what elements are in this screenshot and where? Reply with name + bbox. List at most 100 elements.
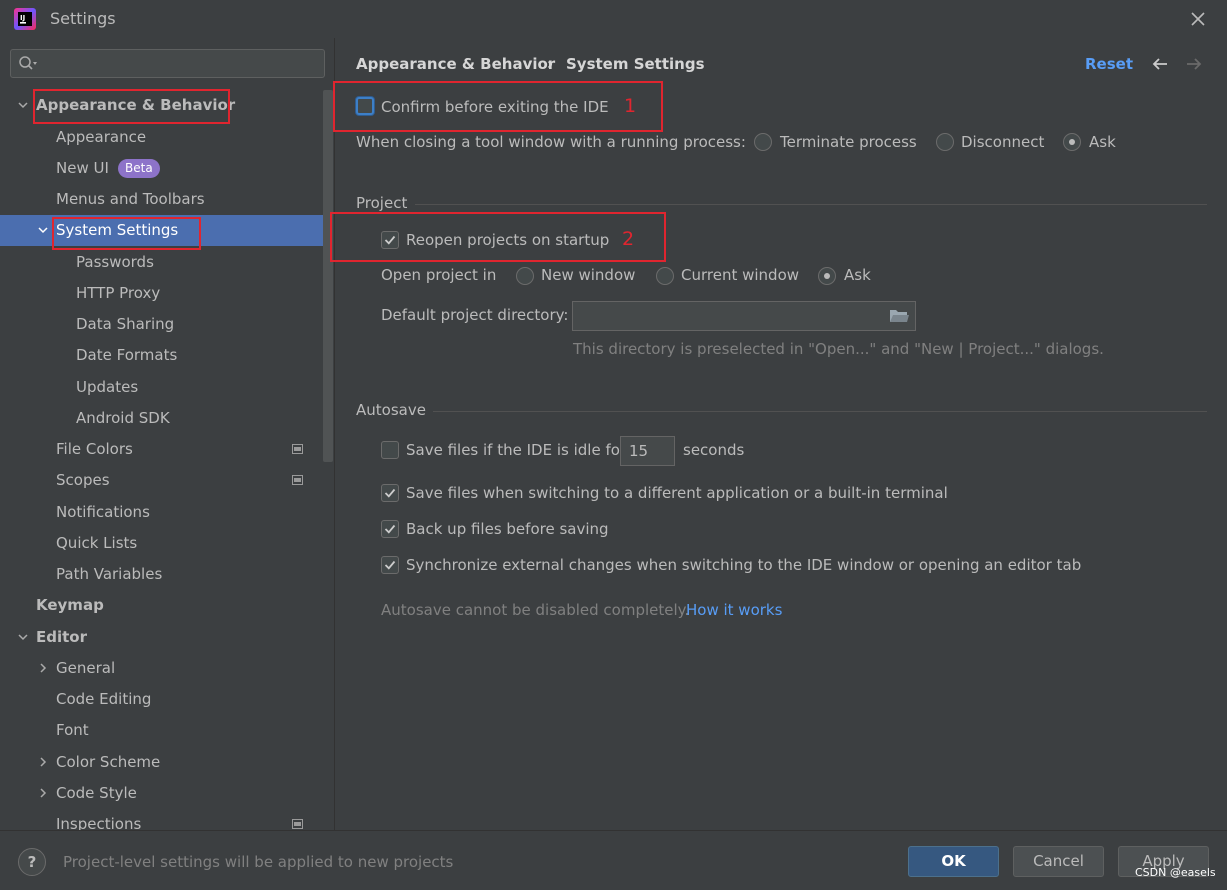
sidebar-item-label: File Colors <box>56 440 133 458</box>
chevron-right-icon[interactable] <box>37 756 49 768</box>
project-level-icon <box>292 819 303 829</box>
radio-ask-open-project[interactable] <box>818 267 836 285</box>
sidebar-item-label: Quick Lists <box>56 534 138 552</box>
autosave-note: Autosave cannot be disabled completely. <box>381 601 690 619</box>
radio-ask-open-project-label[interactable]: Ask <box>844 266 871 284</box>
radio-new-window-label[interactable]: New window <box>541 266 635 284</box>
help-button[interactable]: ? <box>18 848 46 876</box>
sidebar-item-label: General <box>56 659 116 677</box>
footer-message: Project-level settings will be applied t… <box>63 853 454 871</box>
sidebar-item-date-formats[interactable]: Date Formats <box>0 340 323 371</box>
svg-text:IJ: IJ <box>20 14 25 22</box>
idle-seconds-unit: seconds <box>683 441 745 459</box>
project-section-title: Project <box>356 194 408 212</box>
sidebar-item-color-scheme[interactable]: Color Scheme <box>0 747 323 778</box>
how-it-works-link[interactable]: How it works <box>686 601 782 619</box>
sidebar-item-file-colors[interactable]: File Colors <box>0 434 323 465</box>
sidebar-item-notifications[interactable]: Notifications <box>0 497 323 528</box>
radio-ask-tool-window[interactable] <box>1063 133 1081 151</box>
radio-current-window[interactable] <box>656 267 674 285</box>
settings-search-field[interactable] <box>10 49 325 78</box>
annotation-box-confirm-exit <box>333 81 663 132</box>
chevron-down-icon[interactable] <box>17 99 29 111</box>
ok-button[interactable]: OK <box>908 846 999 877</box>
radio-terminate-process[interactable] <box>754 133 772 151</box>
sidebar-item-label: Code Editing <box>56 690 152 708</box>
default-project-directory-field[interactable] <box>572 301 916 331</box>
search-icon[interactable] <box>18 55 38 73</box>
reset-link[interactable]: Reset <box>1085 55 1133 73</box>
save-if-idle-checkbox[interactable] <box>381 441 399 459</box>
intellij-logo-icon: IJ <box>14 8 36 30</box>
sidebar-item-label: Notifications <box>56 503 150 521</box>
autosave-section-title: Autosave <box>356 401 426 419</box>
sidebar-item-code-editing[interactable]: Code Editing <box>0 684 323 715</box>
radio-disconnect[interactable] <box>936 133 954 151</box>
backup-files-checkbox[interactable] <box>381 520 399 538</box>
default-project-directory-label: Default project directory: <box>381 306 569 324</box>
sidebar-item-label: HTTP Proxy <box>76 284 161 302</box>
idle-seconds-field[interactable] <box>620 436 675 466</box>
forward-arrow-icon[interactable] <box>1185 56 1203 72</box>
sync-external-checkbox[interactable] <box>381 556 399 574</box>
sidebar-item-label: Font <box>56 721 89 739</box>
chevron-down-icon[interactable] <box>37 224 49 236</box>
annotation-box-reopen-projects <box>330 212 666 262</box>
autosave-separator <box>433 411 1207 412</box>
sidebar-item-updates[interactable]: Updates <box>0 372 323 403</box>
sidebar-item-quick-lists[interactable]: Quick Lists <box>0 528 323 559</box>
sidebar-item-menus-and-toolbars[interactable]: Menus and Toolbars <box>0 184 323 215</box>
breadcrumb-separator: › <box>547 55 554 73</box>
breadcrumb-current: System Settings <box>566 55 705 73</box>
sidebar-item-data-sharing[interactable]: Data Sharing <box>0 309 323 340</box>
save-on-switch-label[interactable]: Save files when switching to a different… <box>406 484 948 502</box>
sidebar-item-label: Data Sharing <box>76 315 175 333</box>
project-level-icon <box>292 444 303 454</box>
sidebar-item-path-variables[interactable]: Path Variables <box>0 559 323 590</box>
save-on-switch-checkbox[interactable] <box>381 484 399 502</box>
sidebar-item-http-proxy[interactable]: HTTP Proxy <box>0 278 323 309</box>
idle-seconds-input[interactable] <box>621 437 674 465</box>
window-title: Settings <box>50 9 116 28</box>
cancel-button[interactable]: Cancel <box>1013 846 1104 877</box>
sidebar-item-appearance[interactable]: Appearance <box>0 122 323 153</box>
chevron-right-icon[interactable] <box>37 662 49 674</box>
sidebar-item-code-style[interactable]: Code Style <box>0 778 323 809</box>
chevron-down-icon[interactable] <box>17 631 29 643</box>
save-if-idle-label[interactable]: Save files if the IDE is idle for <box>406 441 626 459</box>
sidebar-item-scopes[interactable]: Scopes <box>0 465 323 496</box>
sidebar-item-label: Scopes <box>56 471 110 489</box>
closing-tool-window-label: When closing a tool window with a runnin… <box>356 133 746 151</box>
sidebar-item-label: Appearance <box>56 128 147 146</box>
open-project-in-label: Open project in <box>381 266 497 284</box>
folder-browse-icon[interactable] <box>889 307 909 324</box>
project-separator <box>415 204 1207 205</box>
sidebar-item-general[interactable]: General <box>0 653 323 684</box>
sidebar-item-keymap[interactable]: Keymap <box>0 590 323 621</box>
annotation-number-1: 1 <box>624 95 637 117</box>
settings-content-panel <box>335 38 1227 830</box>
sidebar-item-font[interactable]: Font <box>0 715 323 746</box>
backup-files-label[interactable]: Back up files before saving <box>406 520 609 538</box>
breadcrumb-parent[interactable]: Appearance & Behavior <box>356 55 555 73</box>
sidebar-item-label: Color Scheme <box>56 753 161 771</box>
sidebar-item-android-sdk[interactable]: Android SDK <box>0 403 323 434</box>
default-directory-hint: This directory is preselected in "Open..… <box>573 340 1104 358</box>
radio-terminate-process-label[interactable]: Terminate process <box>780 133 917 151</box>
sidebar-item-label: Date Formats <box>76 346 178 364</box>
back-arrow-icon[interactable] <box>1151 56 1169 72</box>
radio-current-window-label[interactable]: Current window <box>681 266 799 284</box>
sync-external-label[interactable]: Synchronize external changes when switch… <box>406 556 1081 574</box>
sidebar-item-passwords[interactable]: Passwords <box>0 247 323 278</box>
chevron-right-icon[interactable] <box>37 787 49 799</box>
default-project-directory-input[interactable] <box>573 302 915 330</box>
sidebar-item-label: Path Variables <box>56 565 163 583</box>
sidebar-item-editor[interactable]: Editor <box>0 622 323 653</box>
radio-new-window[interactable] <box>516 267 534 285</box>
radio-disconnect-label[interactable]: Disconnect <box>961 133 1044 151</box>
sidebar-item-label: New UI <box>56 159 109 177</box>
radio-ask-tool-window-label[interactable]: Ask <box>1089 133 1116 151</box>
sidebar-item-new-ui[interactable]: New UI Beta <box>0 153 323 184</box>
close-icon[interactable] <box>1186 7 1210 31</box>
sidebar-scrollbar[interactable] <box>323 90 333 462</box>
